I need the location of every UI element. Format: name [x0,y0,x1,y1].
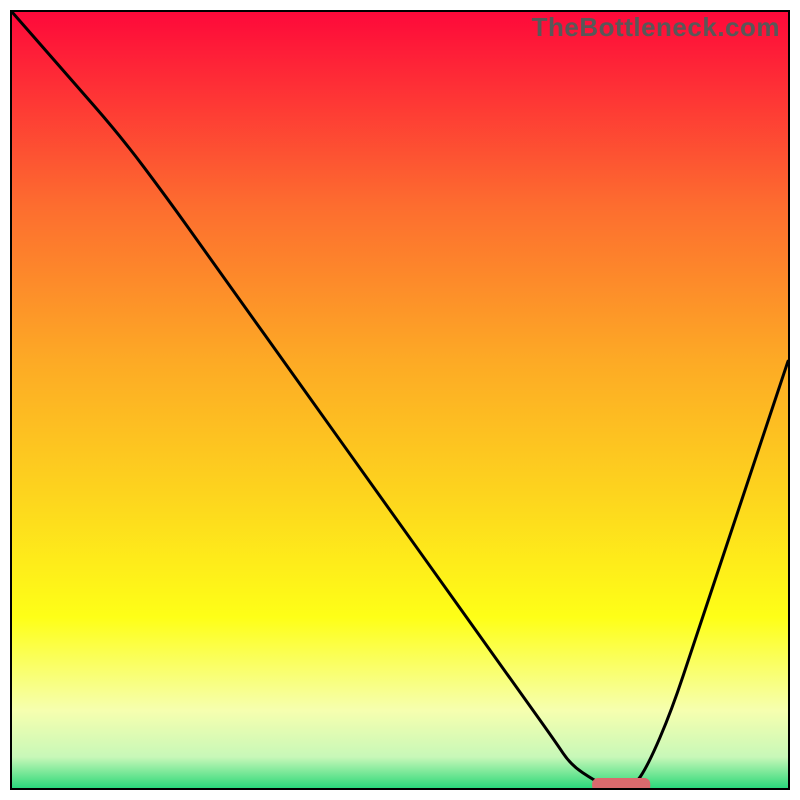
watermark-text: TheBottleneck.com [532,12,780,43]
gradient-background [12,12,788,788]
chart-frame: TheBottleneck.com [10,10,790,790]
chart-plot [12,12,788,788]
optimal-marker [592,778,650,788]
